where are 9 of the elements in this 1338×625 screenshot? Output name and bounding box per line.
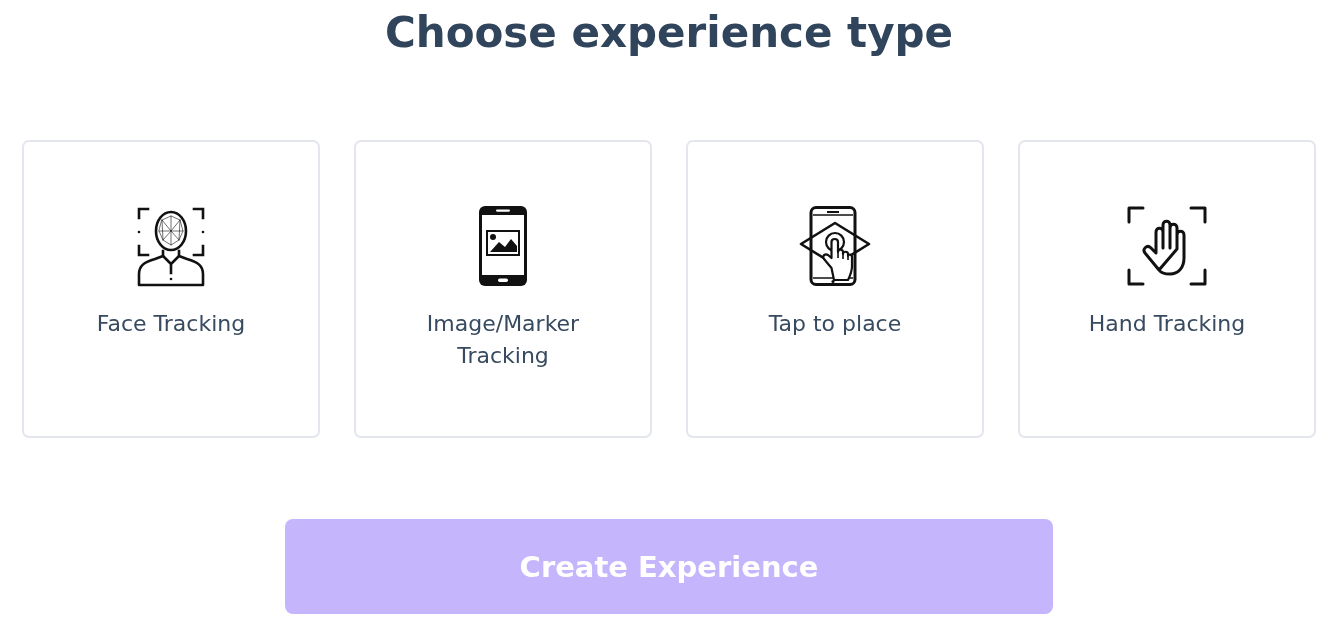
hand-scan-icon	[1127, 206, 1207, 286]
experience-card[interactable]: Face Tracking	[22, 140, 320, 438]
experience-card[interactable]: Hand Tracking	[1018, 140, 1316, 438]
phone-tap-icon	[798, 206, 872, 286]
face-scan-icon	[135, 205, 207, 287]
experience-card[interactable]: Tap to place	[686, 140, 984, 438]
experience-card[interactable]: Image/Marker Tracking	[354, 140, 652, 438]
phone-image-icon	[479, 206, 527, 286]
page-title: Choose experience type	[384, 7, 954, 59]
